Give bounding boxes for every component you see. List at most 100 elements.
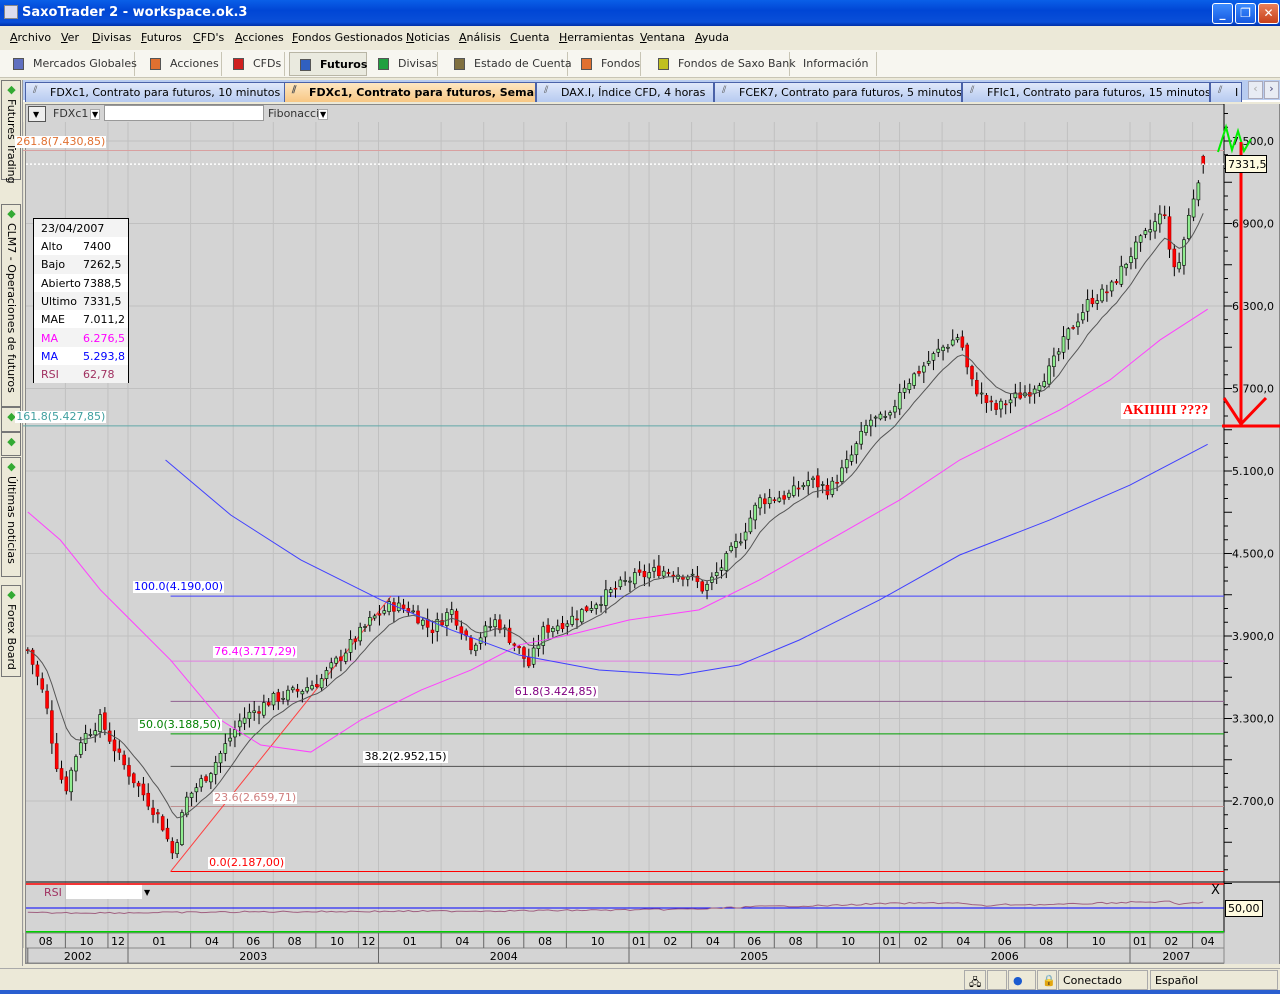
rsi-settings-input[interactable] — [66, 885, 142, 899]
fibonacci-label: 23.6(2.659,71) — [213, 790, 298, 804]
fibonacci-label: 100.0(4.190,00) — [133, 580, 225, 594]
fibonacci-label: 50.0(3.188,50) — [138, 717, 223, 731]
info-row: Abierto 7388,5 — [34, 273, 128, 292]
toolbar-icon — [658, 58, 669, 70]
toolbar-mercados-globales-button[interactable]: Mercados Globales — [3, 52, 137, 76]
network-icon[interactable]: 🖧 — [964, 970, 986, 990]
user-chat-icon: ◆ — [5, 435, 18, 448]
info-key: RSI — [41, 368, 59, 382]
info-value: 7388,5 — [83, 276, 122, 290]
toolbar-fondos-button[interactable]: Fondos — [571, 52, 641, 76]
info-row: Alto 7400 — [34, 237, 128, 255]
toolbar-futuros-button[interactable]: Futuros — [289, 52, 367, 76]
drawing-tool-dropdown[interactable]: ▼ — [318, 109, 329, 120]
menu-10[interactable]: Herramientas — [559, 31, 634, 44]
chart-tab[interactable]: ⫽ I — [1210, 82, 1242, 102]
info-row: MA 6.276,5 — [34, 328, 128, 347]
restore-button[interactable]: ❐ — [1235, 3, 1256, 24]
sidebar-up-down-arrows[interactable]: ◆ Futures Trading — [1, 80, 21, 184]
chart-tab[interactable]: ⫽ FDXc1, Contrato para futuros, 10 minuto… — [25, 82, 285, 102]
toolbar-icon — [13, 58, 24, 70]
sidebar-label: CLM7 - Operaciones de futuros — [5, 223, 18, 393]
menu-11[interactable]: Ventana — [640, 31, 685, 44]
toolbar-label: Fondos de Saxo Bank — [678, 57, 796, 70]
forex-board-icon: ◆ — [5, 588, 18, 601]
info-value: 7400 — [83, 240, 111, 253]
menu-5[interactable]: Acciones — [235, 31, 284, 44]
close-button[interactable]: ✕ — [1258, 3, 1279, 24]
instrument-dropdown[interactable]: ▼ — [90, 109, 101, 120]
toolbar-acciones-button[interactable]: Acciones — [140, 52, 222, 76]
sidebar-user-chat[interactable]: ◆ — [1, 432, 21, 456]
fibonacci-label: 38.2(2.952,15) — [363, 750, 448, 764]
toolbar-label: CFDs — [253, 57, 282, 70]
rsi-level-label: 50,00 — [1225, 900, 1263, 917]
tab-label: FFIc1, Contrato para futuros, 15 minutos — [987, 86, 1210, 99]
menu-9[interactable]: Cuenta — [510, 31, 549, 44]
tabs-scroll-right-button[interactable]: › — [1264, 81, 1279, 99]
info-key: Abierto — [41, 276, 81, 290]
info-value: 6.276,5 — [83, 331, 125, 345]
chart-tab[interactable]: ⫽ FCEK7, Contrato para futuros, 5 minutos — [714, 82, 962, 102]
info-row: RSI 62,78 — [34, 365, 128, 384]
chart-tab[interactable]: ⫽ DAX.I, Índice CFD, 4 horas — [536, 82, 714, 102]
chart-line-icon: ⫽ — [544, 85, 549, 96]
menu-8[interactable]: Análisis — [459, 31, 501, 44]
rsi-label: RSI — [44, 886, 62, 899]
tab-label: I — [1235, 86, 1239, 99]
menu-4[interactable]: CFD's — [193, 31, 224, 44]
instrument-search-input[interactable] — [104, 105, 264, 121]
toolbar-icon — [300, 59, 311, 71]
chart-tab[interactable]: ⫽ FDXc1, Contrato para futuros, Semanal — [284, 82, 536, 102]
info-row: Bajo 7262,5 — [34, 255, 128, 274]
main-toolbar: Mercados Globales Acciones CFDs Futuros Divi… — [0, 50, 1280, 78]
toolbar-label: Divisas — [398, 57, 438, 70]
info-key: Alto — [41, 240, 63, 253]
toolbar-divisas-button[interactable]: Divisas — [368, 52, 438, 76]
toolbar-estado-de-cuenta-button[interactable]: Estado de Cuenta — [444, 52, 572, 76]
chart-tab[interactable]: ⫽ FFIc1, Contrato para futuros, 15 minuto… — [962, 82, 1210, 102]
close-rsi-panel-icon[interactable]: X — [1211, 883, 1220, 898]
menu-0[interactable]: Archivo — [10, 31, 51, 44]
menu-3[interactable]: Futuros — [141, 31, 182, 44]
info-date: 23/04/2007 — [41, 222, 105, 235]
connection-status: Conectado — [1058, 970, 1148, 990]
menu-12[interactable]: Ayuda — [695, 31, 729, 44]
status-empty-cell — [987, 970, 1007, 990]
sidebar-label: Forex Board — [5, 604, 18, 670]
title-bar: SaxoTrader 2 - workspace.ok.3 _ ❐ ✕ — [0, 0, 1280, 26]
menu-1[interactable]: Ver — [61, 31, 79, 44]
annotation-text: AKIIIIII ???? — [1121, 403, 1211, 419]
toolbar-label: Acciones — [170, 57, 219, 70]
chart-line-icon: ⫽ — [970, 85, 975, 96]
price-info-box: 23/04/2007 Alto 7400 Bajo 7262,5 Abierto 7388,… — [33, 218, 129, 384]
rsi-dropdown-arrow[interactable]: ▼ — [144, 888, 150, 897]
tab-label: FCEK7, Contrato para futuros, 5 minutos — [739, 86, 962, 99]
menu-6[interactable]: Fondos Gestionados — [292, 31, 403, 44]
toolbar-label: Mercados Globales — [33, 57, 137, 70]
toolbar-fondos-de-saxo-bank-button[interactable]: Fondos de Saxo Bank — [648, 52, 796, 76]
sidebar-news[interactable]: ◆ Últimas noticias — [1, 457, 21, 577]
toolbar-icon — [233, 58, 244, 70]
info-key: MA — [41, 349, 59, 363]
info-value: 62,78 — [83, 368, 115, 382]
toolbar-informaci-n-button[interactable]: Información — [795, 52, 877, 76]
menu-2[interactable]: Divisas — [92, 31, 131, 44]
sidebar-futures[interactable]: ◆ CLM7 - Operaciones de futuros — [1, 204, 21, 407]
language-status: Español — [1150, 970, 1278, 990]
info-value: 7.011,2 — [83, 313, 125, 327]
info-row: MA 5.293,8 — [34, 346, 128, 365]
toolbar-icon — [150, 58, 161, 70]
tabs-scroll-left-button[interactable]: ‹ — [1248, 81, 1263, 99]
minimize-button[interactable]: _ — [1212, 3, 1233, 24]
left-sidebar: ◆ Futures Trading ◆ CLM7 - Operaciones de f… — [0, 80, 23, 966]
menu-7[interactable]: Noticias — [406, 31, 450, 44]
fibonacci-label: 76.4(3.717,29) — [213, 645, 298, 659]
window-title: SaxoTrader 2 - workspace.ok.3 — [22, 5, 248, 20]
chart-line-icon: ⫽ — [1218, 85, 1223, 96]
chart-area[interactable] — [25, 104, 1280, 964]
sidebar-forex-board[interactable]: ◆ Forex Board — [1, 585, 21, 677]
info-value: 7331,5 — [83, 294, 122, 308]
chart-menu-button[interactable]: ▼ — [28, 106, 46, 122]
toolbar-cfds-button[interactable]: CFDs — [223, 52, 285, 76]
